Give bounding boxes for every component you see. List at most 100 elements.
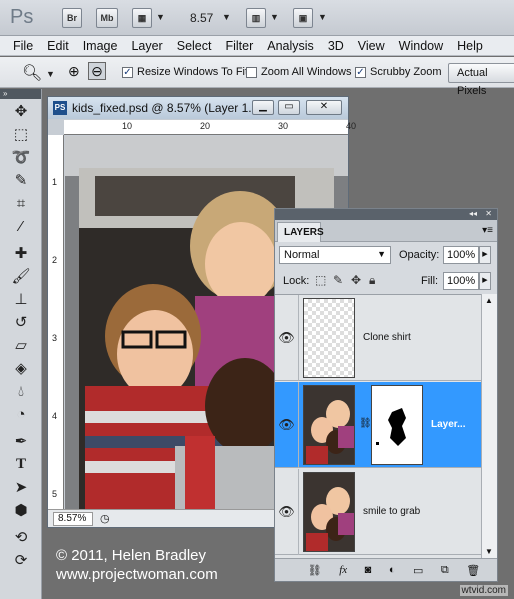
maximize-button[interactable]: ▭ bbox=[278, 100, 300, 115]
zoom-tool-icon[interactable]: 🔍︎ bbox=[22, 63, 42, 83]
3d-rotate-tool-icon[interactable]: ⟲ bbox=[6, 526, 36, 548]
opacity-field[interactable]: 100% bbox=[443, 246, 479, 264]
scrubby-zoom-checkbox[interactable]: ✓ Scrubby Zoom bbox=[355, 66, 442, 78]
document-zoom-field[interactable]: 8.57% bbox=[53, 512, 93, 526]
move-tool-icon[interactable]: ✥ bbox=[6, 100, 36, 122]
ruler-tick-label: 20 bbox=[200, 121, 211, 131]
layer-mask-link-icon[interactable]: ⛓ bbox=[359, 418, 372, 429]
link-layers-icon[interactable]: ⛓ bbox=[308, 564, 322, 577]
path-selection-tool-icon[interactable]: ➤ bbox=[6, 476, 36, 498]
lock-all-icon[interactable]: 🔒︎ bbox=[369, 273, 375, 288]
paint-bucket-tool-icon[interactable]: ◈ bbox=[6, 357, 36, 379]
layers-scrollbar[interactable]: ▲ ▼ bbox=[481, 294, 497, 558]
screen-mode-button[interactable]: ▣ bbox=[293, 8, 313, 28]
arrange-documents-button[interactable]: ▥ bbox=[246, 8, 266, 28]
menu-image[interactable]: Image bbox=[76, 39, 125, 53]
document-title-bar[interactable]: PS kids_fixed.psd @ 8.57% (Layer 1... ▁ … bbox=[48, 97, 348, 119]
menu-view[interactable]: View bbox=[351, 39, 392, 53]
menu-analysis[interactable]: Analysis bbox=[260, 39, 321, 53]
fill-field[interactable]: 100% bbox=[443, 272, 479, 290]
marquee-tool-icon[interactable]: ⬚ bbox=[6, 123, 36, 145]
layer-row[interactable]: 👁︎ smile to grab bbox=[275, 469, 481, 555]
tools-panel-collapse-icon[interactable]: » bbox=[0, 89, 41, 99]
close-button[interactable]: ✕ bbox=[306, 100, 342, 115]
tab-layers[interactable]: LAYERS bbox=[277, 222, 324, 242]
dodge-tool-icon[interactable]: ◔ bbox=[6, 403, 36, 425]
zoom-out-icon[interactable]: ⊖ bbox=[88, 62, 106, 80]
new-layer-icon[interactable]: ⧉ bbox=[441, 564, 449, 577]
status-info-icon[interactable]: ◷ bbox=[100, 512, 110, 525]
resize-windows-checkbox[interactable]: ✓ Resize Windows To Fit bbox=[122, 66, 248, 78]
tool-preset-dropdown-icon[interactable]: ▼ bbox=[46, 69, 55, 79]
bridge-button[interactable]: Br bbox=[62, 8, 82, 28]
view-extras-button[interactable]: ▦ bbox=[132, 8, 152, 28]
layer-name[interactable]: Clone shirt bbox=[363, 332, 411, 343]
history-brush-tool-icon[interactable]: ↺ bbox=[6, 311, 36, 333]
actual-pixels-button[interactable]: Actual Pixels bbox=[448, 63, 514, 97]
clone-stamp-tool-icon[interactable]: ⊥ bbox=[6, 288, 36, 310]
arrange-dropdown-icon[interactable]: ▼ bbox=[270, 12, 279, 22]
fx-icon[interactable]: fx bbox=[339, 564, 347, 576]
blur-tool-icon[interactable]: 💧︎ bbox=[6, 380, 36, 402]
scroll-down-icon[interactable]: ▼ bbox=[485, 547, 493, 556]
mini-bridge-button[interactable]: Mb bbox=[96, 8, 118, 28]
lasso-tool-icon[interactable]: ➰ bbox=[6, 146, 36, 168]
opacity-slider-arrow[interactable]: ▶ bbox=[479, 246, 491, 264]
menu-file[interactable]: File bbox=[6, 39, 40, 53]
checkbox-unchecked-icon bbox=[246, 66, 257, 78]
layer-thumbnail bbox=[303, 298, 355, 378]
close-panel-icon[interactable]: ✕ bbox=[485, 209, 492, 218]
new-group-icon[interactable]: ▭ bbox=[413, 564, 423, 577]
minimize-button[interactable]: ▁ bbox=[252, 100, 274, 115]
trash-icon[interactable]: 🗑︎ bbox=[466, 564, 480, 577]
scroll-up-icon[interactable]: ▲ bbox=[485, 296, 493, 305]
crop-tool-icon[interactable]: ⌗ bbox=[6, 192, 36, 214]
zoom-dropdown-icon[interactable]: ▼ bbox=[222, 12, 231, 22]
3d-orbit-tool-icon[interactable]: ⟳ bbox=[6, 549, 36, 571]
menu-bar: File Edit Image Layer Select Filter Anal… bbox=[0, 36, 514, 56]
shape-tool-icon[interactable]: ⬢ bbox=[6, 499, 36, 521]
lock-position-icon[interactable]: ✥ bbox=[351, 273, 361, 287]
layer-mask-thumbnail[interactable] bbox=[371, 385, 423, 465]
adjustment-layer-icon[interactable]: ◐ bbox=[389, 564, 396, 576]
menu-select[interactable]: Select bbox=[170, 39, 219, 53]
pen-tool-icon[interactable]: ✒ bbox=[6, 430, 36, 452]
type-tool-icon[interactable]: T bbox=[6, 453, 36, 475]
zoom-all-windows-checkbox[interactable]: Zoom All Windows bbox=[246, 66, 351, 78]
eye-visibility-icon[interactable]: 👁︎ bbox=[275, 469, 299, 555]
layers-panel-header[interactable]: ◂◂ ✕ bbox=[275, 209, 497, 220]
chevron-down-icon: ▼ bbox=[377, 249, 386, 259]
eraser-tool-icon[interactable]: ▱ bbox=[6, 334, 36, 356]
vertical-ruler[interactable]: 1 2 3 4 5 bbox=[48, 135, 64, 510]
quick-selection-tool-icon[interactable]: ✎ bbox=[6, 169, 36, 191]
eye-visibility-icon[interactable]: 👁︎ bbox=[275, 382, 299, 468]
zoom-in-icon[interactable]: ⊕ bbox=[68, 63, 80, 80]
layer-name[interactable]: Layer... bbox=[431, 419, 465, 430]
menu-3d[interactable]: 3D bbox=[321, 39, 351, 53]
menu-help[interactable]: Help bbox=[450, 39, 490, 53]
healing-brush-tool-icon[interactable]: ✚ bbox=[6, 242, 36, 264]
eyedropper-tool-icon[interactable]: ⁄ bbox=[6, 215, 36, 237]
copyright-line: © 2011, Helen Bradley bbox=[56, 547, 207, 564]
menu-layer[interactable]: Layer bbox=[124, 39, 169, 53]
fill-slider-arrow[interactable]: ▶ bbox=[479, 272, 491, 290]
layer-row[interactable]: 👁︎ Clone shirt bbox=[275, 295, 481, 381]
zoom-level-field[interactable]: 8.57 bbox=[190, 11, 213, 25]
lock-image-icon[interactable]: ✎ bbox=[333, 273, 343, 287]
collapse-panel-icon[interactable]: ◂◂ bbox=[469, 209, 477, 218]
fill-label: Fill: bbox=[421, 275, 439, 287]
brush-tool-icon[interactable]: 🖌︎ bbox=[6, 265, 36, 287]
panel-menu-icon[interactable]: ▾≡ bbox=[482, 225, 493, 236]
layer-name[interactable]: smile to grab bbox=[363, 506, 420, 517]
layer-row-selected[interactable]: 👁︎ ⛓ Layer... bbox=[275, 382, 481, 468]
eye-visibility-icon[interactable]: 👁︎ bbox=[275, 295, 299, 381]
view-extras-dropdown-icon[interactable]: ▼ bbox=[156, 12, 165, 22]
horizontal-ruler[interactable]: 10 20 30 40 bbox=[64, 120, 356, 135]
lock-transparent-icon[interactable]: ⬚ bbox=[315, 273, 326, 287]
menu-window[interactable]: Window bbox=[392, 39, 450, 53]
menu-filter[interactable]: Filter bbox=[218, 39, 260, 53]
screen-mode-dropdown-icon[interactable]: ▼ bbox=[318, 12, 327, 22]
add-mask-icon[interactable]: ◙ bbox=[365, 564, 372, 576]
menu-edit[interactable]: Edit bbox=[40, 39, 76, 53]
blend-mode-select[interactable]: Normal ▼ bbox=[279, 246, 391, 264]
